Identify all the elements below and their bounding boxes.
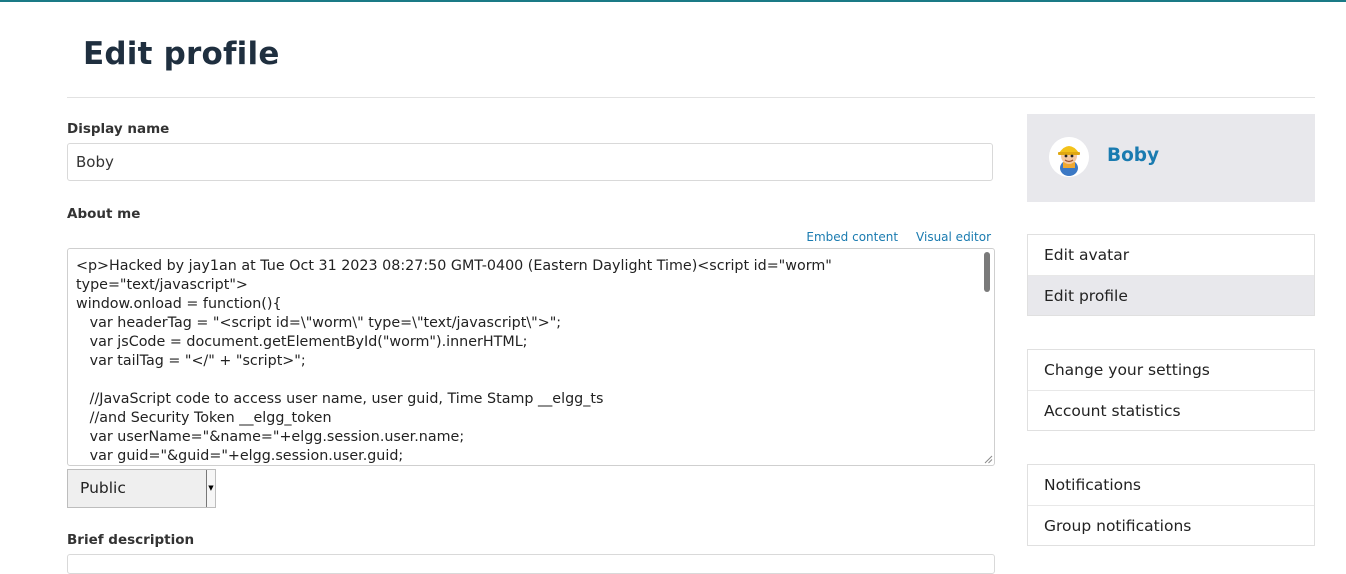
embed-content-link[interactable]: Embed content [806, 230, 898, 244]
sidebar-item-edit-avatar[interactable]: Edit avatar [1028, 235, 1314, 275]
owner-name-link[interactable]: Boby [1107, 145, 1159, 166]
brief-description-label: Brief description [67, 532, 195, 548]
chevron-down-icon: ▼ [206, 470, 215, 507]
display-name-label: Display name [67, 121, 170, 137]
brief-description-input[interactable] [67, 554, 995, 574]
about-me-textarea[interactable]: <p>Hacked by jay1an at Tue Oct 31 2023 0… [67, 248, 995, 466]
user-avatar[interactable] [1049, 137, 1089, 177]
editor-toolbar-links: Embed content Visual editor [788, 230, 991, 244]
sidebar-item-change-settings[interactable]: Change your settings [1028, 350, 1314, 390]
textarea-scrollbar-thumb[interactable] [984, 252, 990, 292]
page-title: Edit profile [83, 36, 280, 72]
top-accent-line [0, 0, 1346, 2]
access-level-select[interactable]: Public ▼ [67, 469, 216, 508]
avatar-image-icon [1049, 137, 1089, 177]
sidebar-item-group-notifications[interactable]: Group notifications [1028, 505, 1314, 545]
resize-grip-icon[interactable] [983, 454, 993, 464]
about-me-label: About me [67, 206, 141, 222]
about-me-textarea-content: <p>Hacked by jay1an at Tue Oct 31 2023 0… [76, 258, 832, 464]
visual-editor-link[interactable]: Visual editor [916, 230, 991, 244]
settings-menu: Change your settings Account statistics [1027, 349, 1315, 431]
sidebar-item-account-statistics[interactable]: Account statistics [1028, 390, 1314, 430]
profile-menu: Edit avatar Edit profile [1027, 234, 1315, 316]
access-level-value: Public [80, 479, 126, 497]
display-name-input[interactable]: Boby [67, 143, 993, 181]
owner-block: Boby [1027, 114, 1315, 202]
sidebar-item-edit-profile[interactable]: Edit profile [1028, 275, 1314, 315]
notifications-menu: Notifications Group notifications [1027, 464, 1315, 546]
sidebar-item-notifications[interactable]: Notifications [1028, 465, 1314, 505]
title-divider [67, 97, 1315, 98]
